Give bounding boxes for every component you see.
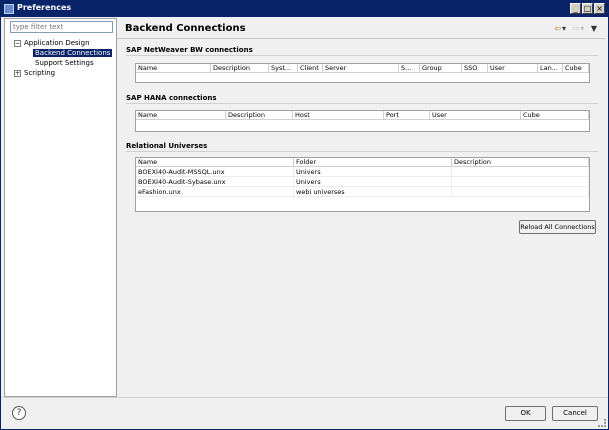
help-icon[interactable]: ? — [12, 406, 26, 420]
tree-item-application-design[interactable]: − Application Design — [14, 38, 90, 48]
universe-name: BOEXI40-Audit-MSSQL.unx — [136, 168, 294, 177]
table-header: Name Folder Description — [136, 158, 589, 167]
hana-connections-table[interactable]: Name Description Host Port User Cube — [135, 110, 590, 132]
preference-page: Backend Connections ⇦▾ ⇨▾ ▼ SAP NetWeave… — [117, 18, 605, 397]
column-header[interactable]: S... — [399, 64, 420, 73]
back-arrow-icon[interactable]: ⇦ — [554, 24, 561, 33]
view-menu-icon[interactable]: ▼ — [591, 24, 597, 33]
column-header[interactable]: Client — [298, 64, 323, 73]
column-header[interactable]: Description — [211, 64, 269, 73]
column-header[interactable]: User — [488, 64, 538, 73]
column-header[interactable]: Group — [420, 64, 462, 73]
column-header[interactable]: Server — [323, 64, 399, 73]
column-header[interactable]: Syst... — [269, 64, 298, 73]
column-header[interactable]: Description — [452, 158, 589, 167]
table-header: Name Description Syst... Client Server S… — [136, 64, 589, 73]
universe-folder: Univers — [294, 168, 452, 177]
cancel-button[interactable]: Cancel — [552, 406, 598, 421]
collapse-icon[interactable]: − — [14, 40, 21, 47]
column-header[interactable]: Name — [136, 158, 294, 167]
reload-all-connections-button[interactable]: Reload All Connections — [519, 220, 596, 234]
relational-universes-table[interactable]: Name Folder Description BOEXI40-Audit-MS… — [135, 157, 590, 212]
column-header[interactable]: Cube — [521, 111, 589, 120]
universe-name: eFashion.unx — [136, 188, 294, 197]
window-title: Preferences — [17, 3, 72, 12]
section-title: SAP HANA connections — [126, 94, 217, 102]
section-title: SAP NetWeaver BW connections — [126, 46, 253, 54]
expand-icon[interactable]: + — [14, 70, 21, 77]
table-row[interactable]: eFashion.unx webi universes — [136, 188, 589, 197]
tree-item-label: Backend Connections — [33, 49, 113, 57]
tree-item-backend-connections[interactable]: Backend Connections — [33, 48, 113, 58]
title-bar[interactable]: Preferences _ □ × — [1, 1, 608, 17]
section-divider — [126, 103, 598, 104]
column-header[interactable]: Folder — [294, 158, 452, 167]
column-header[interactable]: Name — [136, 64, 211, 73]
bw-connections-table[interactable]: Name Description Syst... Client Server S… — [135, 63, 590, 83]
column-header[interactable]: Host — [293, 111, 384, 120]
column-header[interactable]: User — [430, 111, 521, 120]
column-header[interactable]: Lan... — [538, 64, 563, 73]
section-divider — [126, 151, 598, 152]
forward-arrow-icon[interactable]: ⇨ — [573, 24, 580, 33]
universe-folder: webi universes — [294, 188, 452, 197]
dialog-button-bar: ? OK Cancel — [1, 397, 608, 429]
preferences-tree-pane: −Application Design Backend Connections … — [4, 18, 117, 397]
filter-input[interactable] — [10, 21, 113, 33]
column-header[interactable]: Description — [226, 111, 293, 120]
page-title: Backend Connections — [125, 23, 246, 34]
table-header: Name Description Host Port User Cube — [136, 111, 589, 120]
app-icon — [4, 4, 14, 14]
minimize-button[interactable]: _ — [570, 3, 581, 14]
preferences-window: Preferences _ □ × −Application Design Ba… — [0, 0, 609, 430]
universe-description — [452, 168, 589, 177]
resize-grip-icon[interactable] — [598, 419, 606, 427]
back-menu-icon[interactable]: ▾ — [562, 24, 566, 33]
forward-menu-icon[interactable]: ▾ — [580, 24, 584, 33]
section-divider — [126, 55, 598, 56]
tree-item-label: Support Settings — [35, 59, 94, 67]
column-header[interactable]: Port — [384, 111, 430, 120]
table-row[interactable]: BOEXI40-Audit-Sybase.unx Univers — [136, 178, 589, 187]
universe-folder: Univers — [294, 178, 452, 187]
ok-button[interactable]: OK — [505, 406, 546, 421]
maximize-button[interactable]: □ — [582, 3, 593, 14]
universe-description — [452, 188, 589, 197]
tree-item-scripting[interactable]: + Scripting — [14, 68, 55, 78]
header-divider — [117, 38, 605, 39]
universe-description — [452, 178, 589, 187]
column-header[interactable]: Name — [136, 111, 226, 120]
tree-item-label: Application Design — [24, 39, 90, 47]
table-row[interactable]: BOEXI40-Audit-MSSQL.unx Univers — [136, 168, 589, 177]
tree-item-support-settings[interactable]: Support Settings — [35, 58, 94, 68]
universe-name: BOEXI40-Audit-Sybase.unx — [136, 178, 294, 187]
column-header[interactable]: SSO — [462, 64, 488, 73]
column-header[interactable]: Cube — [563, 64, 589, 73]
close-button[interactable]: × — [594, 3, 605, 14]
page-navigation: ⇦▾ ⇨▾ ▼ — [550, 24, 597, 33]
section-title: Relational Universes — [126, 142, 208, 150]
tree-item-label: Scripting — [24, 69, 56, 77]
